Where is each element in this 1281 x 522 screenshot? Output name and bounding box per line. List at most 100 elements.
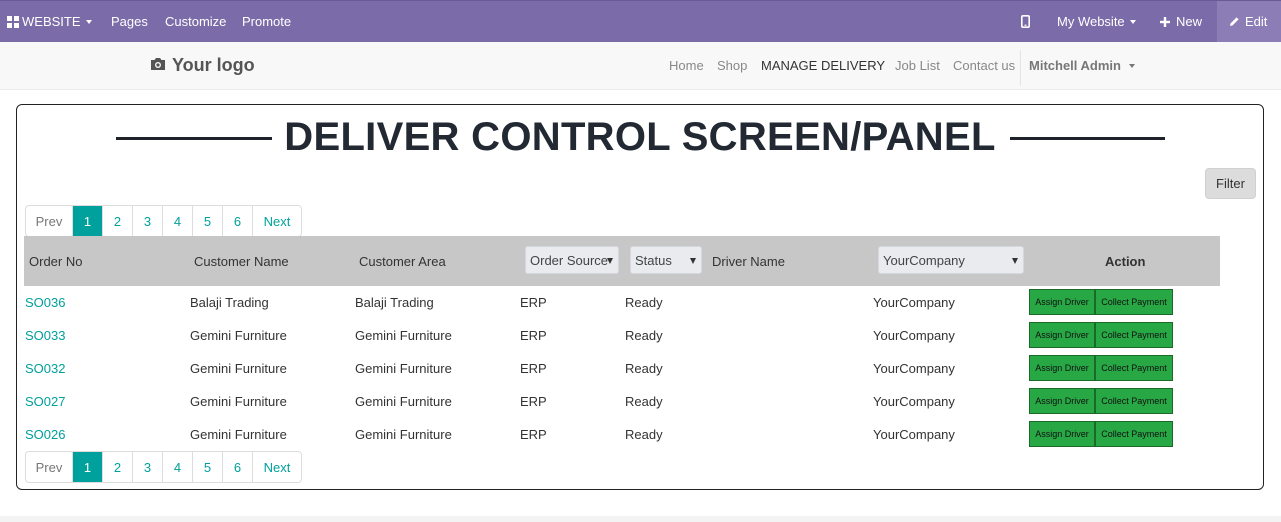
pages-menu-label: Pages: [111, 14, 148, 29]
customer-area-cell: Gemini Furniture: [355, 427, 452, 442]
mobile-preview-button[interactable]: [1021, 1, 1030, 42]
pencil-icon: [1229, 16, 1240, 27]
pagination-page-5[interactable]: 5: [193, 452, 223, 482]
order-no-link[interactable]: SO027: [25, 385, 65, 418]
collect-payment-button[interactable]: Collect Payment: [1095, 355, 1173, 381]
new-button[interactable]: New: [1160, 1, 1202, 42]
my-website-label: My Website: [1057, 14, 1125, 29]
order-no-link[interactable]: SO033: [25, 319, 65, 352]
pagination-page-1[interactable]: 1: [73, 206, 103, 236]
header-driver-name: Driver Name: [712, 253, 785, 269]
pages-menu[interactable]: Pages: [111, 1, 148, 42]
footer-strip: [0, 516, 1281, 522]
assign-driver-button[interactable]: Assign Driver: [1029, 289, 1095, 315]
admin-top-bar: WEBSITE Pages Customize Promote My Websi…: [0, 0, 1281, 42]
title-right-rule: [1010, 137, 1165, 140]
pagination-page-6[interactable]: 6: [223, 206, 253, 236]
assign-driver-button[interactable]: Assign Driver: [1029, 355, 1095, 381]
pagination-next[interactable]: Next: [253, 206, 301, 236]
company-select[interactable]: YourCompany: [878, 246, 1024, 274]
customer-name-cell: Gemini Furniture: [190, 427, 287, 442]
pagination-page-3[interactable]: 3: [133, 206, 163, 236]
company-cell: YourCompany: [873, 295, 955, 310]
nav-link-job-list[interactable]: Job List: [895, 58, 940, 73]
table-header: Order No Customer Name Customer Area Ord…: [24, 236, 1220, 286]
assign-driver-button[interactable]: Assign Driver: [1029, 388, 1095, 414]
mobile-phone-icon: [1021, 15, 1030, 28]
collect-payment-button[interactable]: Collect Payment: [1095, 388, 1173, 414]
company-cell: YourCompany: [873, 394, 955, 409]
status-select[interactable]: Status: [630, 246, 702, 274]
dropdown-arrow-icon: [607, 258, 613, 264]
site-navbar: Your logo Home Shop MANAGE DELIVERY Job …: [0, 42, 1281, 90]
table-row: SO032 Gemini Furniture Gemini Furniture …: [25, 352, 1220, 385]
customer-area-cell: Gemini Furniture: [355, 361, 452, 376]
collect-payment-button[interactable]: Collect Payment: [1095, 421, 1173, 447]
chevron-down-icon: [1129, 19, 1136, 24]
order-no-link[interactable]: SO036: [25, 286, 65, 319]
filter-button[interactable]: Filter: [1205, 168, 1256, 199]
order-source-cell: ERP: [520, 328, 547, 343]
chevron-down-icon: [85, 19, 92, 24]
apps-grid-icon: [7, 15, 19, 28]
header-customer-area: Customer Area: [359, 253, 446, 269]
order-no-link[interactable]: SO032: [25, 352, 65, 385]
collect-payment-button[interactable]: Collect Payment: [1095, 322, 1173, 348]
pagination-page-5[interactable]: 5: [193, 206, 223, 236]
collect-payment-button[interactable]: Collect Payment: [1095, 289, 1173, 315]
promote-menu-label: Promote: [242, 14, 292, 29]
status-cell: Ready: [625, 427, 663, 442]
user-menu[interactable]: Mitchell Admin: [1029, 58, 1135, 73]
pagination-page-4[interactable]: 4: [163, 452, 193, 482]
camera-icon: [150, 55, 166, 76]
pagination-prev[interactable]: Prev: [26, 206, 73, 236]
website-menu-label: WEBSITE: [22, 14, 81, 29]
customer-name-cell: Gemini Furniture: [190, 328, 287, 343]
nav-link-shop[interactable]: Shop: [717, 58, 747, 73]
status-cell: Ready: [625, 295, 663, 310]
delivery-control-panel: DELIVER CONTROL SCREEN/PANEL Filter Prev…: [16, 104, 1264, 490]
website-menu[interactable]: WEBSITE: [7, 1, 92, 42]
user-name: Mitchell Admin: [1029, 58, 1121, 73]
nav-link-contact-us[interactable]: Contact us: [953, 58, 1015, 73]
table-row: SO036 Balaji Trading Balaji Trading ERP …: [25, 286, 1220, 319]
pagination-page-4[interactable]: 4: [163, 206, 193, 236]
assign-driver-button[interactable]: Assign Driver: [1029, 322, 1095, 348]
nav-link-home[interactable]: Home: [669, 58, 704, 73]
customer-name-cell: Gemini Furniture: [190, 394, 287, 409]
order-source-cell: ERP: [520, 361, 547, 376]
order-source-select[interactable]: Order Source: [525, 246, 619, 274]
edit-button-label: Edit: [1245, 14, 1268, 29]
status-select-value: Status: [635, 252, 672, 268]
promote-menu[interactable]: Promote: [242, 1, 291, 42]
pagination-page-1[interactable]: 1: [73, 452, 103, 482]
new-button-label: New: [1176, 14, 1203, 29]
company-cell: YourCompany: [873, 328, 955, 343]
header-order-no: Order No: [29, 253, 83, 269]
pagination-page-2[interactable]: 2: [103, 206, 133, 236]
order-source-cell: ERP: [520, 427, 547, 442]
chevron-down-icon: [1128, 63, 1135, 68]
status-cell: Ready: [625, 394, 663, 409]
pagination-page-2[interactable]: 2: [103, 452, 133, 482]
pagination-page-3[interactable]: 3: [133, 452, 163, 482]
pagination-page-6[interactable]: 6: [223, 452, 253, 482]
status-cell: Ready: [625, 328, 663, 343]
order-no-link[interactable]: SO026: [25, 418, 65, 451]
pagination-prev[interactable]: Prev: [26, 452, 73, 482]
assign-driver-button[interactable]: Assign Driver: [1029, 421, 1095, 447]
my-website-menu[interactable]: My Website: [1057, 1, 1136, 42]
table-row: SO027 Gemini Furniture Gemini Furniture …: [25, 385, 1220, 418]
nav-link-manage-delivery[interactable]: MANAGE DELIVERY: [761, 58, 885, 73]
site-logo[interactable]: Your logo: [150, 55, 255, 76]
company-cell: YourCompany: [873, 427, 955, 442]
header-customer-name: Customer Name: [194, 253, 289, 269]
table-row: SO033 Gemini Furniture Gemini Furniture …: [25, 319, 1220, 352]
status-cell: Ready: [625, 361, 663, 376]
customer-area-cell: Gemini Furniture: [355, 328, 452, 343]
customize-menu-label: Customize: [165, 14, 227, 29]
edit-button[interactable]: Edit: [1217, 1, 1281, 42]
customize-menu[interactable]: Customize: [165, 1, 226, 42]
order-source-cell: ERP: [520, 394, 547, 409]
pagination-next[interactable]: Next: [253, 452, 301, 482]
